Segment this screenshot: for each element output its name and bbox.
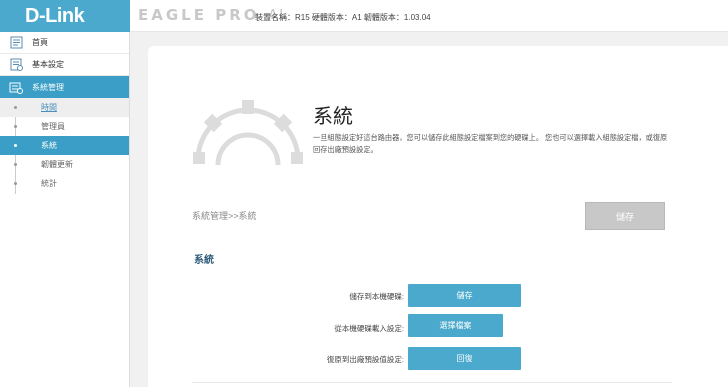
bullet-icon (14, 182, 17, 185)
restore-button[interactable]: 回復 (408, 347, 521, 370)
management-icon (9, 80, 23, 94)
choose-file-button[interactable]: 選擇檔案 (408, 314, 503, 337)
logo-text: D-Link (25, 4, 85, 27)
sidebar-subitem-firmware[interactable]: 韌體更新 (0, 155, 129, 174)
breadcrumb: 系統管理>>系統 (192, 211, 257, 221)
bullet-icon (14, 144, 17, 147)
main-content-card: 系統 一旦組態設定好這台路由器，您可以儲存此組態設定檔案到您的硬碟上。 您也可以… (148, 46, 728, 387)
sidebar-subitem-time[interactable]: 時間 (0, 98, 129, 117)
save-to-disk-label: 儲存到本機硬碟: (349, 292, 404, 301)
sidebar-subitem-system[interactable]: 系統 (0, 136, 129, 155)
save-button[interactable]: 儲存 (585, 202, 665, 230)
subitem-label: 系統 (41, 141, 57, 150)
settings-list-icon (9, 58, 23, 72)
bullet-icon (14, 163, 17, 166)
sidebar-subitem-admin[interactable]: 管理員 (0, 117, 129, 136)
sidebar: 首頁 基本設定 系統管理 時間 管理員 系統 韌體更新 統計 (0, 32, 130, 387)
page-title: 系統 (313, 104, 353, 128)
section-title: 系統 (194, 255, 214, 266)
management-submenu: 時間 管理員 系統 韌體更新 統計 (0, 98, 129, 194)
restore-defaults-label: 復原到出廠預設值設定: (326, 355, 404, 364)
load-from-disk-label: 從本機硬碟載入設定: (334, 324, 404, 333)
bullet-icon (14, 106, 17, 109)
home-icon (9, 36, 23, 50)
device-info: 裝置名稱：R15 硬體版本：A1 韌體版本：1.03.04 (255, 13, 431, 22)
sidebar-item-management[interactable]: 系統管理 (0, 76, 129, 98)
sidebar-item-label: 基本設定 (32, 60, 64, 69)
page-description: 一旦組態設定好這台路由器，您可以儲存此組態設定檔案到您的硬碟上。 您也可以選擇載… (313, 133, 668, 154)
save-config-button[interactable]: 儲存 (408, 284, 521, 307)
divider (192, 382, 672, 383)
sidebar-item-basic-settings[interactable]: 基本設定 (0, 54, 129, 76)
dlink-logo[interactable]: D-Link (0, 0, 130, 32)
sidebar-item-home[interactable]: 首頁 (0, 32, 129, 54)
top-header: D-Link EAGLE PRO AI 裝置名稱：R15 硬體版本：A1 韌體版… (0, 0, 728, 32)
subitem-label: 統計 (41, 179, 57, 188)
subitem-label: 韌體更新 (41, 160, 73, 169)
gear-icon (191, 100, 305, 195)
subitem-label: 時間 (41, 103, 57, 112)
sidebar-item-label: 首頁 (32, 38, 48, 47)
sidebar-subitem-statistics[interactable]: 統計 (0, 174, 129, 193)
bullet-icon (14, 125, 17, 128)
sidebar-item-label: 系統管理 (32, 82, 64, 92)
subitem-label: 管理員 (41, 122, 65, 131)
